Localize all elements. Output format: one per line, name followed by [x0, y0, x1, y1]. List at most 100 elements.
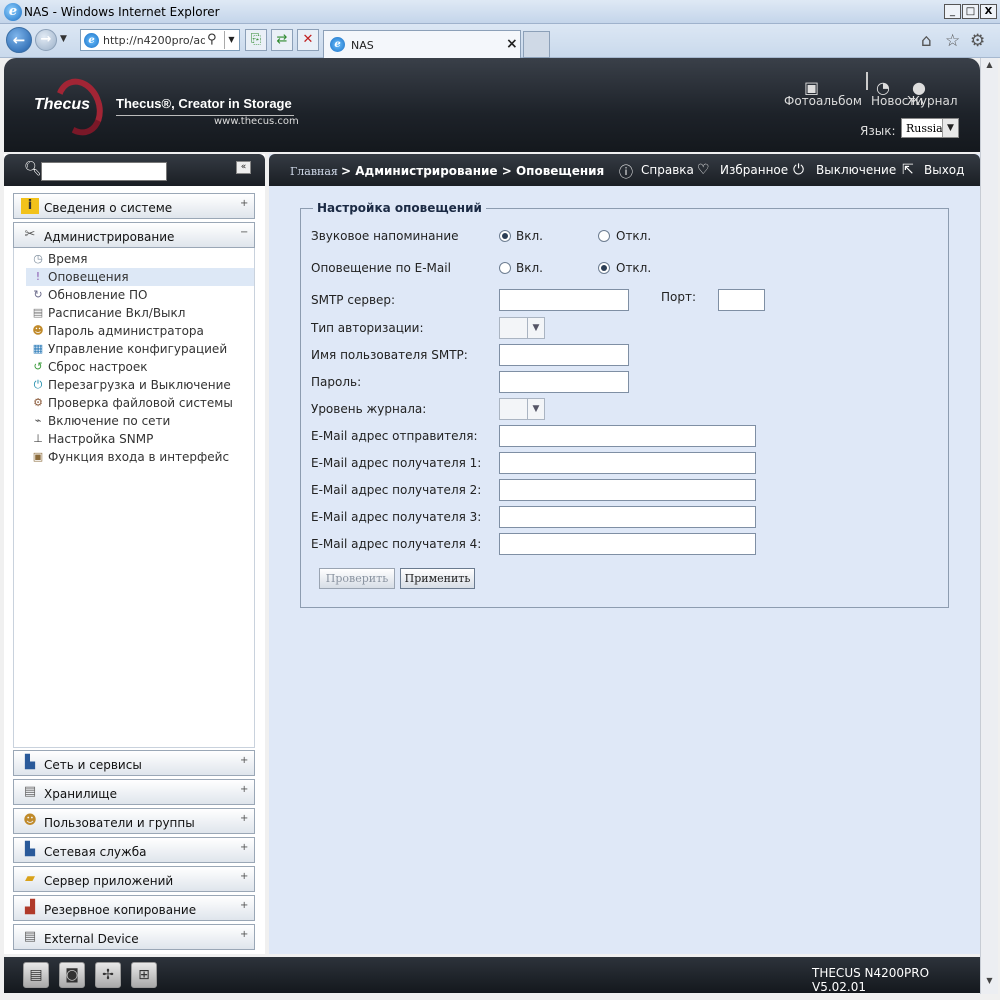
browser-tab[interactable]: e NAS ×: [323, 30, 521, 58]
help-link[interactable]: Справка: [641, 163, 694, 177]
email-on-radio[interactable]: [499, 262, 511, 274]
sidebar-search-input[interactable]: [41, 162, 167, 181]
logout-icon[interactable]: ⇱: [902, 162, 914, 178]
chevron-down-icon[interactable]: ▼: [527, 318, 544, 338]
tree-item-admin-password[interactable]: ☻ Пароль администратора: [26, 322, 254, 340]
fan-icon[interactable]: ✢: [95, 962, 121, 988]
smtp-server-input[interactable]: [499, 289, 629, 311]
expand-icon[interactable]: +: [240, 900, 248, 911]
beep-on-label[interactable]: Вкл.: [516, 229, 543, 243]
sender-email-input[interactable]: [499, 425, 756, 447]
new-tab-button[interactable]: [523, 31, 550, 58]
tree-item-wake-on-lan[interactable]: ⌁ Включение по сети: [26, 412, 254, 430]
expand-icon[interactable]: +: [240, 755, 248, 766]
journal-link[interactable]: Журнал: [907, 94, 958, 108]
users-icon: ☻: [23, 813, 37, 828]
favorites-star-icon[interactable]: ☆: [945, 31, 960, 51]
language-select[interactable]: Russia ▼: [901, 118, 959, 138]
chevron-down-icon[interactable]: ▼: [527, 399, 544, 419]
tab-close-icon[interactable]: ×: [506, 36, 518, 52]
password-input[interactable]: [499, 371, 629, 393]
tree-item-login-function[interactable]: ▣ Функция входа в интерфейс: [26, 448, 254, 466]
scroll-up-icon[interactable]: ▲: [983, 60, 996, 74]
tree-item-schedule[interactable]: ▤ Расписание Вкл/Выкл: [26, 304, 254, 322]
logout-link[interactable]: Выход: [924, 163, 964, 177]
address-dropdown-icon[interactable]: ▼: [224, 31, 238, 49]
scroll-down-icon[interactable]: ▼: [983, 976, 996, 990]
tree-item-config[interactable]: ▦ Управление конфигурацией: [26, 340, 254, 358]
expand-icon[interactable]: +: [240, 871, 248, 882]
auth-type-select[interactable]: ▼: [499, 317, 545, 339]
shutdown-link[interactable]: Выключение: [816, 163, 896, 177]
shutdown-icon[interactable]: ⏻: [793, 162, 804, 178]
network-topology-icon[interactable]: ⊞: [131, 962, 157, 988]
stop-icon[interactable]: ✕: [297, 29, 319, 51]
expand-icon[interactable]: +: [240, 198, 248, 209]
disk-status-icon[interactable]: ▤: [23, 962, 49, 988]
log-level-select[interactable]: ▼: [499, 398, 545, 420]
history-dropdown-icon[interactable]: ▼: [60, 34, 67, 44]
forward-button[interactable]: →: [35, 29, 57, 51]
page-scrollbar[interactable]: ▲ ▼: [980, 58, 998, 994]
section-external-device[interactable]: ▤ External Device +: [13, 924, 255, 950]
expand-icon[interactable]: +: [240, 929, 248, 940]
expand-icon[interactable]: +: [240, 784, 248, 795]
tree-item-time[interactable]: ◷ Время: [26, 250, 254, 268]
compatibility-icon[interactable]: ⎘: [245, 29, 267, 51]
email-on-label[interactable]: Вкл.: [516, 261, 543, 275]
beep-off-radio[interactable]: [598, 230, 610, 242]
beep-off-label[interactable]: Откл.: [616, 229, 651, 243]
section-app-server[interactable]: ▰ Сервер приложений +: [13, 866, 255, 892]
section-system-info[interactable]: i Сведения о системе +: [13, 193, 255, 219]
tree-item-reboot[interactable]: ⏻ Перезагрузка и Выключение: [26, 376, 254, 394]
back-button[interactable]: ←: [6, 27, 32, 53]
tree-item-label: Настройка SNMP: [48, 432, 154, 446]
recipient1-email-input[interactable]: [499, 452, 756, 474]
help-icon[interactable]: ⓘ: [619, 162, 633, 182]
photo-album-link[interactable]: Фотоальбом: [784, 94, 862, 108]
tree-item-label: Перезагрузка и Выключение: [48, 378, 231, 392]
test-button[interactable]: Проверить: [319, 568, 395, 589]
maximize-button[interactable]: □: [962, 4, 979, 19]
tree-item-firmware-update[interactable]: ↻ Обновление ПО: [26, 286, 254, 304]
email-off-label[interactable]: Откл.: [616, 261, 651, 275]
section-label: Сведения о системе: [44, 201, 173, 215]
section-network[interactable]: ▙ Сеть и сервисы +: [13, 750, 255, 776]
recipient2-email-input[interactable]: [499, 479, 756, 501]
tree-item-filesystem-check[interactable]: ⚙ Проверка файловой системы: [26, 394, 254, 412]
expand-icon[interactable]: +: [240, 842, 248, 853]
tools-gear-icon[interactable]: ⚙: [970, 31, 985, 51]
section-label: Сеть и сервисы: [44, 758, 142, 772]
collapse-sidebar-button[interactable]: «: [236, 161, 251, 174]
recipient4-email-input[interactable]: [499, 533, 756, 555]
section-users-groups[interactable]: ☻ Пользователи и группы +: [13, 808, 255, 834]
hdd-icon[interactable]: ◙: [59, 962, 85, 988]
tree-item-snmp[interactable]: ⊥ Настройка SNMP: [26, 430, 254, 448]
close-window-button[interactable]: X: [980, 4, 997, 19]
refresh-icon[interactable]: ⇄: [271, 29, 293, 51]
address-bar[interactable]: e http://n4200pro/adm ⚲ ▼: [80, 29, 240, 51]
tree-item-notifications[interactable]: ! Оповещения: [26, 268, 254, 286]
apply-button[interactable]: Применить: [400, 568, 475, 589]
favorites-link[interactable]: Избранное: [720, 163, 788, 177]
email-off-radio[interactable]: [598, 262, 610, 274]
home-icon[interactable]: ⌂: [921, 31, 932, 51]
search-icon[interactable]: ⚲: [207, 32, 217, 47]
favorites-heart-icon[interactable]: ♡: [697, 162, 710, 178]
section-administration[interactable]: ✂ Администрирование −: [13, 222, 255, 248]
section-storage[interactable]: ▤ Хранилище +: [13, 779, 255, 805]
minimize-button[interactable]: _: [944, 4, 961, 19]
beep-on-radio[interactable]: [499, 230, 511, 242]
tree-item-reset[interactable]: ↺ Сброс настроек: [26, 358, 254, 376]
breadcrumb-home-link[interactable]: Главная: [290, 165, 338, 178]
section-network-service[interactable]: ▙ Сетевая служба +: [13, 837, 255, 863]
smtp-user-input[interactable]: [499, 344, 629, 366]
expand-icon[interactable]: +: [240, 813, 248, 824]
notification-icon: !: [35, 270, 41, 283]
recipient3-email-input[interactable]: [499, 506, 756, 528]
address-url[interactable]: http://n4200pro/adm: [103, 34, 205, 47]
collapse-icon[interactable]: −: [240, 227, 248, 238]
chevron-down-icon[interactable]: ▼: [942, 119, 958, 137]
section-backup[interactable]: ▟ Резервное копирование +: [13, 895, 255, 921]
port-input[interactable]: [718, 289, 765, 311]
